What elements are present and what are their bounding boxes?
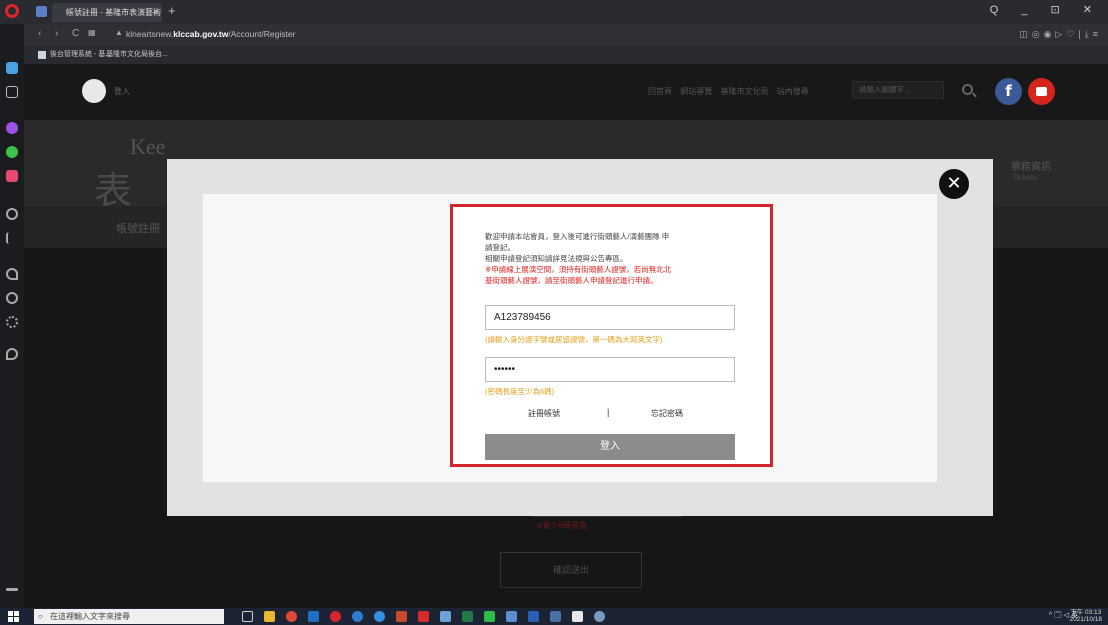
register-link[interactable]: 註冊帳號 bbox=[528, 408, 560, 419]
outlook-icon[interactable] bbox=[308, 611, 319, 622]
speed-dial-icon[interactable]: ▦ bbox=[88, 28, 96, 37]
youtube-icon[interactable] bbox=[1028, 78, 1055, 105]
pin-icon[interactable] bbox=[6, 348, 18, 360]
settings-icon[interactable] bbox=[6, 316, 18, 328]
close-icon[interactable]: ✕ bbox=[939, 169, 969, 199]
intro-text: 請登記。 bbox=[485, 243, 515, 252]
submit-button[interactable]: 確認送出 bbox=[500, 552, 642, 588]
paint-icon[interactable] bbox=[594, 611, 605, 622]
new-tab-button[interactable]: + bbox=[168, 3, 176, 19]
excel-icon[interactable] bbox=[462, 611, 473, 622]
lock-icon: ▲ bbox=[115, 28, 123, 37]
link-separator: | bbox=[607, 407, 610, 417]
browser-tab-bar: 帳號註冊 - 基隆市表演藝術 × + Q _ ⊡ ✕ bbox=[0, 0, 1108, 24]
login-modal-body: 歡迎申請本站會員，登入後可進行街頭藝人/演藝團隊 申 請登記。 相關申請登記須知… bbox=[203, 194, 937, 482]
bookmarks-bar: 後台管理系統 - 基... 基隆市文化局後台... bbox=[24, 46, 1108, 64]
tickets-link[interactable]: 票務資訊 bbox=[1011, 158, 1051, 173]
browser-tab[interactable]: 帳號註冊 - 基隆市表演藝術 × bbox=[52, 3, 162, 22]
validation-message: ※最少6碼長度 bbox=[536, 521, 588, 530]
tab-workspace-icon[interactable] bbox=[36, 6, 47, 17]
browser-sidebar bbox=[0, 24, 24, 608]
opera-logo-icon[interactable] bbox=[5, 4, 19, 18]
warning-text: ※申請線上展演空間，須持有街頭藝人證號，若尚無北北 bbox=[485, 265, 672, 274]
word-icon[interactable] bbox=[528, 611, 539, 622]
facebook-icon[interactable]: f bbox=[995, 78, 1022, 105]
forward-icon[interactable]: › bbox=[55, 28, 58, 39]
toolbar-icons[interactable]: ◫◎◉▷♡|⤓≡ bbox=[1019, 29, 1102, 40]
login-link[interactable]: 登入 bbox=[114, 86, 130, 97]
reload-icon[interactable]: C bbox=[72, 28, 79, 39]
app-icon[interactable] bbox=[506, 611, 517, 622]
opera-taskbar-icon[interactable] bbox=[330, 611, 341, 622]
user-icon[interactable] bbox=[82, 79, 106, 103]
file-explorer-icon[interactable] bbox=[264, 611, 275, 622]
intro-text: 歡迎申請本站會員，登入後可進行街頭藝人/演藝團隊 申 bbox=[485, 232, 670, 241]
password-input[interactable]: •••••• bbox=[485, 357, 735, 382]
ie-icon[interactable] bbox=[374, 611, 385, 622]
taskbar-clock[interactable]: 下午 03:13 2021/10/18 bbox=[1069, 609, 1102, 623]
forgot-password-link[interactable]: 忘記密碼 bbox=[651, 408, 683, 419]
back-icon[interactable]: ‹ bbox=[38, 28, 41, 39]
calculator-icon[interactable] bbox=[550, 611, 561, 622]
divider bbox=[532, 516, 682, 517]
tickets-link-en[interactable]: Tickets bbox=[1012, 173, 1037, 182]
flow-icon[interactable] bbox=[6, 232, 18, 244]
bookmark-item-2[interactable]: 基隆市文化局後台... bbox=[106, 46, 168, 64]
site-logo-text[interactable]: Kee bbox=[130, 134, 165, 160]
notes-icon[interactable] bbox=[440, 611, 451, 622]
bookmark-item-1[interactable]: 後台管理系統 - 基... bbox=[50, 46, 111, 64]
home-icon[interactable] bbox=[6, 86, 18, 98]
tab-title: 帳號註冊 - 基隆市表演藝術 bbox=[66, 8, 162, 17]
task-view-icon[interactable] bbox=[242, 611, 253, 622]
address-bar: ‹ › C ▦ ▲ klneartsnew.klccab.gov.tw/Acco… bbox=[0, 24, 1108, 46]
messenger-icon[interactable] bbox=[6, 122, 18, 134]
heart-icon[interactable] bbox=[6, 268, 18, 280]
windows-taskbar: 在這裡輸入文字來搜尋 ^ 🗔 ◁ 英 下午 03:13 2021/10/18 bbox=[0, 608, 1108, 625]
chrome-icon[interactable] bbox=[286, 611, 297, 622]
taskbar-search-input[interactable]: 在這裡輸入文字來搜尋 bbox=[34, 609, 224, 624]
edge-icon[interactable] bbox=[352, 611, 363, 622]
pdf-icon[interactable] bbox=[418, 611, 429, 622]
bookmark-icon bbox=[38, 51, 46, 59]
login-form-highlight: 歡迎申請本站會員，登入後可進行街頭藝人/演藝團隊 申 請登記。 相關申請登記須知… bbox=[450, 204, 773, 467]
history-icon[interactable] bbox=[6, 292, 18, 304]
window-controls[interactable]: Q _ ⊡ ✕ bbox=[990, 3, 1102, 16]
windows-start-icon[interactable] bbox=[8, 611, 19, 622]
clock-time: 下午 03:13 bbox=[1070, 609, 1102, 616]
instagram-icon[interactable] bbox=[6, 170, 18, 182]
notice-text: 相關申請登記須知請詳見法規與公告專區。 bbox=[485, 254, 628, 263]
account-hint: (請輸入身分證字號或居留證號，第一碼為大寫英文字) bbox=[485, 335, 663, 344]
account-input[interactable]: A123789456 bbox=[485, 305, 735, 330]
page-title: 帳號註冊 bbox=[116, 223, 160, 235]
login-modal: 歡迎申請本站會員，登入後可進行街頭藝人/演藝團隊 申 請登記。 相關申請登記須知… bbox=[167, 159, 993, 516]
web-page: 登入 回首頁 網站導覽 基隆市文化局 站內搜尋 請輸入關鍵字... f Kee … bbox=[24, 64, 1108, 608]
site-header: 登入 回首頁 網站導覽 基隆市文化局 站內搜尋 請輸入關鍵字... f bbox=[24, 64, 1108, 120]
more-icon[interactable] bbox=[6, 588, 18, 591]
whatsapp-icon[interactable] bbox=[6, 146, 18, 158]
photos-icon[interactable] bbox=[572, 611, 583, 622]
warning-text: 基街頭藝人證號，請至街頭藝人申請登記進行申請。 bbox=[485, 276, 658, 285]
powerpoint-icon[interactable] bbox=[396, 611, 407, 622]
clock-date: 2021/10/18 bbox=[1069, 616, 1102, 623]
search-icon[interactable] bbox=[962, 84, 973, 95]
workspace-icon[interactable] bbox=[6, 62, 18, 74]
site-search-input[interactable]: 請輸入關鍵字... bbox=[852, 81, 944, 99]
login-button[interactable]: 登入 bbox=[485, 434, 735, 460]
tab-close-icon[interactable]: × bbox=[153, 3, 158, 22]
line-icon[interactable] bbox=[484, 611, 495, 622]
top-navigation[interactable]: 回首頁 網站導覽 基隆市文化局 站內搜尋 bbox=[648, 86, 809, 97]
password-hint: (密碼長度至少為6碼) bbox=[485, 387, 555, 396]
url-field[interactable]: klneartsnew.klccab.gov.tw/Account/Regist… bbox=[126, 29, 295, 39]
player-icon[interactable] bbox=[6, 208, 18, 220]
